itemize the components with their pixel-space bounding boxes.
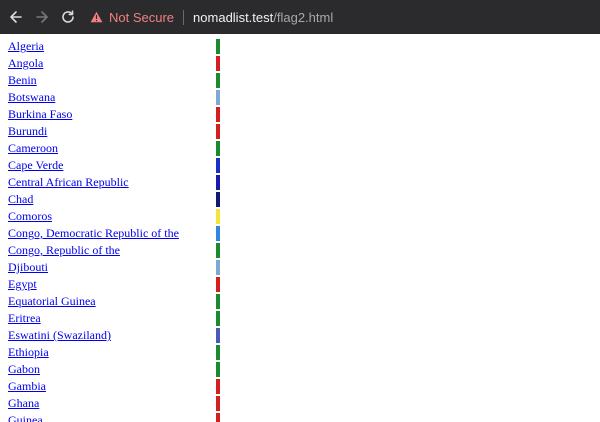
country-link[interactable]: Angola (8, 56, 43, 70)
list-item: Ghana (8, 395, 600, 412)
flag-color-strip (216, 294, 220, 309)
country-link[interactable]: Ethiopia (8, 345, 49, 359)
country-link[interactable]: Egypt (8, 277, 37, 291)
list-item: Botswana (8, 89, 600, 106)
list-item: Djibouti (8, 259, 600, 276)
list-item: Gabon (8, 361, 600, 378)
country-link[interactable]: Congo, Republic of the (8, 243, 120, 257)
country-link[interactable]: Eritrea (8, 311, 41, 325)
flag-color-strip (216, 277, 220, 292)
flag-color-strip (216, 39, 220, 54)
list-item: Cameroon (8, 140, 600, 157)
arrow-right-icon (36, 11, 48, 23)
flag-color-strip (216, 192, 220, 207)
list-item: Chad (8, 191, 600, 208)
country-link[interactable]: Gambia (8, 379, 46, 393)
list-item: Ethiopia (8, 344, 600, 361)
flag-color-strip (216, 260, 220, 275)
forward-button[interactable] (32, 7, 52, 27)
address-bar[interactable]: Not Secure nomadlist.test/flag2.html (90, 5, 333, 29)
flag-color-strip (216, 328, 220, 343)
list-item: Congo, Republic of the (8, 242, 600, 259)
list-item: Eswatini (Swaziland) (8, 327, 600, 344)
flag-color-strip (216, 90, 220, 105)
country-link[interactable]: Chad (8, 192, 33, 206)
country-link[interactable]: Gabon (8, 362, 40, 376)
flag-color-strip (216, 209, 220, 224)
list-item: Gambia (8, 378, 600, 395)
country-link[interactable]: Eswatini (Swaziland) (8, 328, 111, 342)
flag-color-strip (216, 124, 220, 139)
list-item: Eritrea (8, 310, 600, 327)
url-path: /flag2.html (273, 9, 334, 25)
page-content: Algeria Angola Benin Botswana Burkina Faso Bu… (0, 34, 600, 422)
flag-color-strip (216, 379, 220, 394)
flag-color-strip (216, 396, 220, 411)
flag-color-strip (216, 175, 220, 190)
country-link[interactable]: Burundi (8, 124, 47, 138)
country-link[interactable]: Burkina Faso (8, 107, 72, 121)
flag-color-strip (216, 158, 220, 173)
flag-color-strip (216, 56, 220, 71)
flag-color-strip (216, 345, 220, 360)
flag-color-strip (216, 413, 220, 422)
list-item: Benin (8, 72, 600, 89)
list-item: Guinea (8, 412, 600, 422)
country-link[interactable]: Cameroon (8, 141, 58, 155)
flag-color-strip (216, 311, 220, 326)
country-link[interactable]: Ghana (8, 396, 39, 410)
list-item: Comoros (8, 208, 600, 225)
list-item: Burundi (8, 123, 600, 140)
reload-icon (62, 10, 74, 23)
country-link[interactable]: Central African Republic (8, 175, 129, 189)
flag-color-strip (216, 243, 220, 258)
list-item: Equatorial Guinea (8, 293, 600, 310)
warning-icon (90, 11, 103, 23)
list-item: Congo, Democratic Republic of the (8, 225, 600, 242)
country-link[interactable]: Congo, Democratic Republic of the (8, 226, 179, 240)
flag-color-strip (216, 107, 220, 122)
list-item: Egypt (8, 276, 600, 293)
flag-color-strip (216, 141, 220, 156)
country-link[interactable]: Cape Verde (8, 158, 63, 172)
country-link[interactable]: Equatorial Guinea (8, 294, 96, 308)
country-link[interactable]: Benin (8, 73, 37, 87)
country-link[interactable]: Botswana (8, 90, 55, 104)
back-button[interactable] (6, 7, 26, 27)
country-link[interactable]: Djibouti (8, 260, 48, 274)
list-item: Angola (8, 55, 600, 72)
country-link[interactable]: Comoros (8, 209, 52, 223)
flag-color-strip (216, 362, 220, 377)
country-link[interactable]: Algeria (8, 39, 44, 53)
flag-color-strip (216, 73, 220, 88)
flag-color-strip (216, 226, 220, 241)
address-divider (183, 9, 185, 25)
country-link[interactable]: Guinea (8, 413, 43, 422)
url-host: nomadlist.test (193, 9, 274, 25)
list-item: Burkina Faso (8, 106, 600, 123)
country-list: Algeria Angola Benin Botswana Burkina Faso Bu… (8, 38, 600, 422)
list-item: Algeria (8, 38, 600, 55)
browser-toolbar: Not Secure nomadlist.test/flag2.html (0, 0, 600, 34)
security-status[interactable]: Not Secure (109, 10, 174, 25)
arrow-left-icon (10, 11, 22, 23)
list-item: Cape Verde (8, 157, 600, 174)
list-item: Central African Republic (8, 174, 600, 191)
reload-button[interactable] (58, 7, 78, 27)
